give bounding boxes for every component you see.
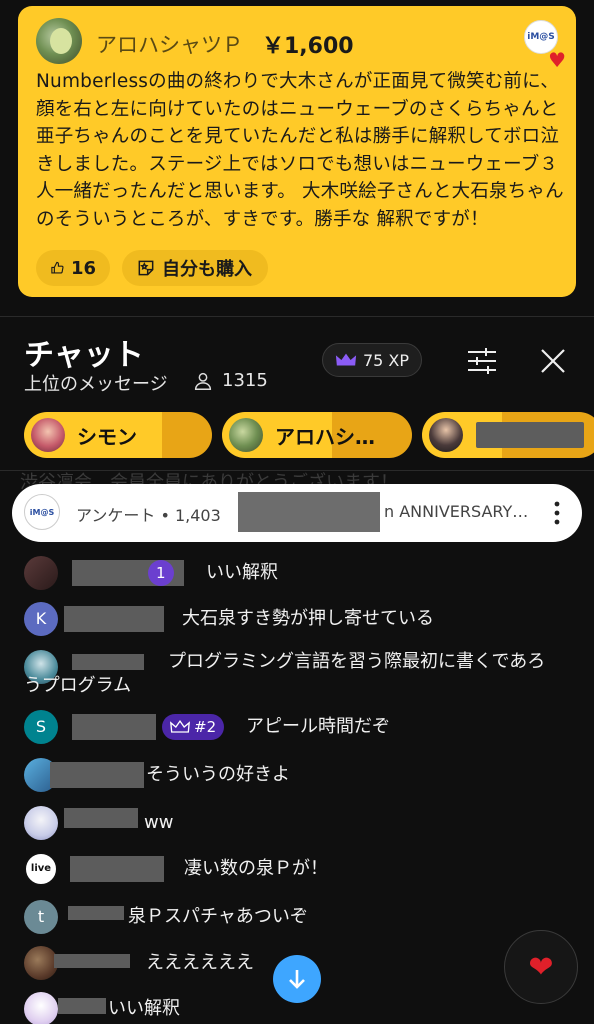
ticker-chip-aloha[interactable]: アロハシ… (222, 412, 412, 458)
redacted-name (476, 422, 584, 448)
super-chat-card[interactable]: アロハシャツＰ ￥1,600 iM@S ♥ Numberlessの曲の終わりで大… (18, 6, 576, 297)
thumbs-up-icon (51, 261, 64, 274)
xp-label: 75 XP (362, 350, 410, 370)
crown-icon (335, 353, 357, 366)
poll-banner[interactable]: iM@S アンケート • 1,403 n ANNIVERSARY… (12, 484, 582, 542)
message-text: ええええええ (146, 952, 254, 973)
person-icon (194, 372, 212, 390)
close-icon[interactable] (538, 346, 568, 376)
avatar-letter: K (35, 609, 47, 628)
redacted-author (54, 954, 130, 968)
member-badge-label: 1 (156, 564, 166, 582)
avatar-letter: t (37, 907, 45, 926)
chat-message[interactable]: S #2 アピール時間だぞ (24, 710, 564, 744)
chat-message[interactable]: K 大石泉すき勢が押し寄せている (24, 602, 564, 636)
crown-icon (170, 720, 190, 733)
message-text: いい解釈 (108, 998, 180, 1019)
chat-message[interactable]: プログラミング言語を習う際最初に書くであろうプログラム (24, 650, 564, 700)
avatar (24, 946, 58, 980)
ticker-remaining (162, 412, 212, 458)
redacted-author (50, 762, 144, 788)
heart-icon: ♥ (548, 48, 566, 72)
xp-badge[interactable]: 75 XP (322, 343, 422, 377)
redacted-author (70, 856, 164, 882)
member-badge: 1 (148, 560, 174, 586)
like-button[interactable]: 16 (36, 250, 110, 286)
ticker-avatar (229, 418, 263, 452)
like-count: 16 (70, 257, 96, 279)
ticker-avatar (31, 418, 65, 452)
ticker-avatar (429, 418, 463, 452)
poll-text: アンケート • 1,403 (76, 506, 221, 525)
message-text: アピール時間だぞ (246, 716, 390, 737)
chat-message[interactable]: t 泉Ｐスパチャあついぞ (24, 900, 564, 934)
chat-title: チャット (24, 338, 144, 373)
chat-message[interactable]: ww (24, 806, 564, 840)
buy-too-button[interactable]: 自分も購入 (122, 250, 268, 286)
message-text: プログラミング言語を習う際最初に書くであろうプログラム (24, 651, 546, 696)
super-chat-amount: ￥1,600 (262, 34, 354, 59)
redacted-author (72, 714, 156, 740)
avatar: S (24, 710, 58, 744)
redacted-text (238, 492, 380, 532)
filter-icon[interactable] (466, 346, 498, 376)
avatar (24, 806, 58, 840)
author-avatar (36, 18, 82, 64)
heart-icon: ❤ (528, 949, 554, 985)
redacted-author (58, 998, 106, 1014)
avatar-letter: live (30, 863, 52, 874)
avatar: t (24, 900, 58, 934)
sticker-icon (138, 260, 154, 276)
super-chat-author: アロハシャツＰ (96, 33, 243, 57)
chat-mode-selector[interactable]: 上位のメッセージ (24, 370, 168, 396)
channel-logo: iM@S (24, 494, 60, 530)
redacted-author (64, 606, 164, 632)
ticker-label: シモン (77, 424, 137, 449)
ticker-chip-simon[interactable]: シモン (24, 412, 212, 458)
poll-text-end: n ANNIVERSARY… (384, 502, 529, 521)
chat-message[interactable]: 1 いい解釈 (24, 556, 564, 590)
channel-logo-text: iM@S (527, 32, 555, 42)
rank-label: #2 (194, 718, 217, 736)
message-text: 泉Ｐスパチャあついぞ (128, 906, 308, 927)
divider (0, 316, 594, 317)
ticker-label: アロハシ… (275, 424, 375, 449)
avatar: K (24, 602, 58, 636)
buy-too-label: 自分も購入 (162, 259, 252, 280)
top-contributor-badge: #2 (162, 714, 225, 740)
message-text: ww (144, 812, 174, 833)
more-vert-icon[interactable] (552, 500, 562, 526)
super-chat-message: Numberlessの曲の終わりで大木さんが正面見て微笑む前に、顔を右と左に向け… (36, 71, 564, 230)
avatar (24, 992, 58, 1024)
arrow-down-icon (289, 970, 305, 989)
avatar (24, 556, 58, 590)
message-text: 大石泉すき勢が押し寄せている (182, 608, 434, 629)
message-text: いい解釈 (206, 562, 278, 583)
viewer-count: 1315 (222, 370, 268, 391)
message-text: そういうの好きよ (146, 764, 290, 785)
super-chat-section: アロハシャツＰ ￥1,600 iM@S ♥ Numberlessの曲の終わりで大… (0, 0, 594, 318)
message-text: 凄い数の泉Ｐが！ (184, 858, 328, 879)
ticker-chip-third[interactable] (422, 412, 594, 458)
poll-logo-text: iM@S (29, 507, 55, 517)
chat-message[interactable]: live 凄い数の泉Ｐが！ (24, 852, 564, 886)
scroll-to-bottom-button[interactable] (273, 955, 321, 1003)
redacted-author (68, 906, 124, 920)
reaction-heart-button[interactable]: ❤ (504, 930, 578, 1004)
avatar: live (24, 852, 58, 886)
avatar-letter: S (35, 717, 47, 736)
redacted-author (64, 808, 138, 828)
chat-message[interactable]: そういうの好きよ (24, 758, 564, 792)
